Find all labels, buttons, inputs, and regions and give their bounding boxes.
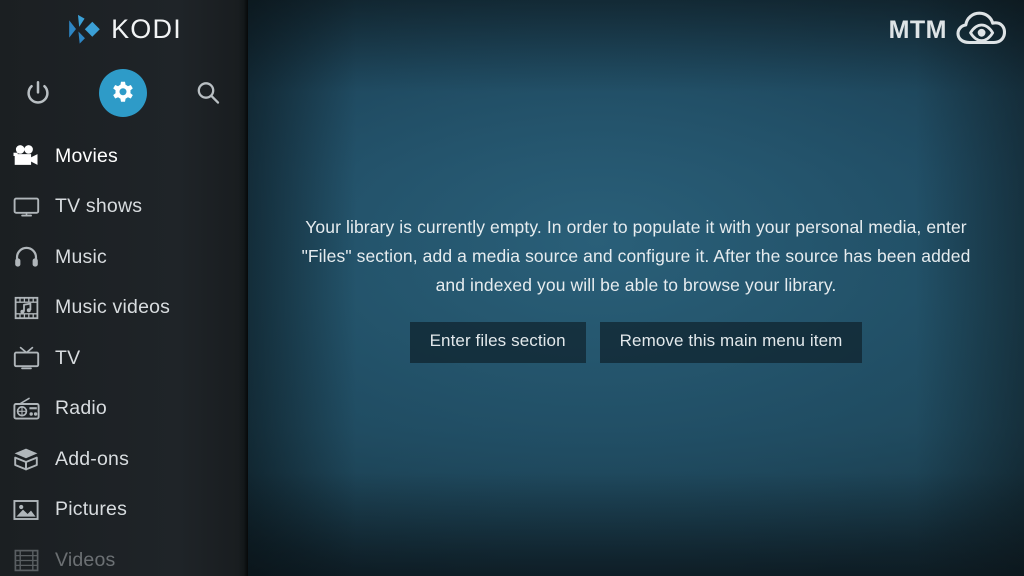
empty-library-message: Your library is currently empty. In orde…: [301, 217, 971, 296]
app-name: KODI: [111, 13, 182, 44]
power-icon: [25, 80, 51, 106]
sidebar-item-label: TV shows: [55, 195, 143, 218]
sidebar-item-label: Add-ons: [55, 447, 130, 470]
power-button[interactable]: [14, 69, 62, 117]
kodi-logo-icon: [66, 13, 100, 45]
sidebar: KODI Movies TV shows Music Music videos …: [0, 0, 248, 576]
sidebar-item-tv[interactable]: TV: [0, 333, 248, 384]
sidebar-item-pictures[interactable]: Pictures: [0, 485, 248, 536]
search-icon: [195, 80, 221, 106]
movie-camera-icon: [11, 141, 41, 171]
remove-main-menu-item-button[interactable]: Remove this main menu item: [599, 322, 863, 363]
sidebar-item-radio[interactable]: Radio: [0, 384, 248, 435]
television-icon: [11, 192, 41, 222]
empty-library-panel: Your library is currently empty. In orde…: [248, 0, 1024, 576]
sidebar-item-add-ons[interactable]: Add-ons: [0, 434, 248, 485]
sidebar-item-label: Music videos: [55, 296, 171, 319]
picture-icon: [11, 495, 41, 525]
filmstrip-icon: [11, 545, 41, 575]
search-button[interactable]: [184, 69, 232, 117]
app-logo-row: KODI: [0, 0, 248, 58]
open-box-icon: [11, 444, 41, 474]
sidebar-item-music[interactable]: Music: [0, 232, 248, 283]
music-video-icon: [11, 293, 41, 323]
main-menu: Movies TV shows Music Music videos TV Ra…: [0, 131, 248, 576]
sidebar-item-label: Videos: [55, 548, 116, 571]
gear-icon: [111, 81, 135, 105]
empty-library-actions: Enter files section Remove this main men…: [409, 322, 863, 363]
sidebar-item-music-videos[interactable]: Music videos: [0, 283, 248, 334]
sidebar-item-movies[interactable]: Movies: [0, 131, 248, 182]
sidebar-edge: [244, 0, 248, 576]
sidebar-item-label: Radio: [55, 397, 107, 420]
radio-icon: [11, 394, 41, 424]
sidebar-item-videos[interactable]: Videos: [0, 535, 248, 576]
sidebar-item-label: Movies: [55, 144, 118, 167]
sidebar-item-label: Pictures: [55, 498, 128, 521]
settings-button[interactable]: [99, 69, 147, 117]
sidebar-action-row: [0, 58, 248, 128]
sidebar-item-label: TV: [55, 346, 81, 369]
sidebar-item-tv-shows[interactable]: TV shows: [0, 182, 248, 233]
enter-files-section-button[interactable]: Enter files section: [409, 322, 586, 363]
kodi-home-screen: MTM Your library is currently empty. In …: [0, 0, 1024, 576]
tv-antenna-icon: [11, 343, 41, 373]
sidebar-item-label: Music: [55, 245, 107, 268]
headphones-icon: [11, 242, 41, 272]
